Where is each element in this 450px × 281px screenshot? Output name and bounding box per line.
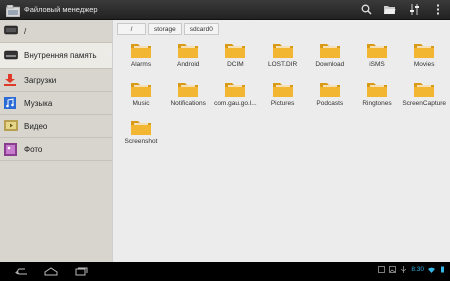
sidebar-item-root[interactable]: / [0,20,112,43]
folder-item[interactable]: Android [164,42,212,76]
folder-label: iSMS [369,61,385,68]
file-browser: / storage sdcard0 Alarms Android DCIM LOST.… [112,20,450,262]
folder-item[interactable]: ScreenCapture [400,81,448,115]
folder-icon [319,81,341,98]
search-icon [361,4,372,15]
internal-memory-icon [4,50,18,62]
sidebar-item-internal-memory[interactable]: Внутренняя память [0,43,113,69]
breadcrumb-storage[interactable]: storage [148,23,182,35]
folder-icon [177,81,199,98]
folder-item[interactable]: Pictures [259,81,307,115]
folder-icon [130,81,152,98]
folder-icon [130,119,152,136]
sidebar-item-downloads[interactable]: Загрузки [0,69,112,92]
home-icon [44,267,58,276]
breadcrumb: / storage sdcard0 [117,23,219,35]
image-notification-icon [389,266,397,273]
sidebar-item-label: Фото [24,144,43,154]
folder-icon [224,81,246,98]
sidebar-item-label: Загрузки [24,75,57,85]
home-button[interactable] [36,262,66,281]
system-nav-bar: 8:30 [0,262,450,281]
folder-label: LOST.DIR [267,61,298,68]
search-button[interactable] [354,0,378,20]
breadcrumb-sdcard0[interactable]: sdcard0 [183,23,219,35]
folder-item[interactable]: Movies [400,42,448,76]
app-title: Файловый менеджер [24,5,98,14]
folder-item[interactable]: iSMS [353,42,401,76]
folder-item[interactable]: com.gau.go.l... [211,81,259,115]
open-folder-button[interactable] [378,0,402,20]
music-icon [4,97,18,109]
folder-icon [272,81,294,98]
action-bar: Файловый менеджер [0,0,450,20]
wifi-icon [428,267,435,273]
folder-item[interactable]: LOST.DIR [259,42,307,76]
open-folder-icon [384,5,396,14]
folder-icon [130,42,152,59]
download-icon [4,74,18,86]
folder-label: Android [176,61,200,68]
back-icon [15,268,27,274]
folder-label: Download [315,61,345,68]
folder-item[interactable]: DCIM [211,42,259,76]
sidebar-item-label: / [24,26,27,36]
folder-icon [366,42,388,59]
overflow-menu-button[interactable] [426,0,450,20]
folder-label: Pictures [270,99,295,107]
app-folder-icon [5,4,21,17]
folder-item[interactable]: Alarms [117,42,165,76]
folder-label: Notifications [170,99,206,107]
settings-sliders-icon [409,4,419,15]
screenshot-notification-icon [378,266,386,273]
video-icon [4,120,18,132]
folder-label: com.gau.go.l... [214,99,257,107]
folder-label: Alarms [130,61,152,68]
sidebar: / Внутренняя память Загрузки Музыка Виде… [0,20,113,262]
breadcrumb-root[interactable]: / [117,23,146,35]
folder-label: Music [132,99,150,107]
folder-item[interactable]: Music [117,81,165,115]
folder-item[interactable]: Download [306,42,354,76]
overflow-menu-icon [437,4,439,15]
sidebar-item-label: Внутренняя память [24,51,97,60]
status-area[interactable]: 8:30 [378,266,446,273]
folder-icon [413,81,435,98]
photo-icon [4,143,18,156]
folder-icon [224,42,246,59]
sidebar-item-video[interactable]: Видео [0,115,112,138]
folder-label: Screenshot [124,138,158,145]
folder-item[interactable]: Podcasts [306,81,354,115]
usb-icon [401,266,407,273]
clock: 8:30 [411,266,424,273]
folder-item[interactable]: Ringtones [353,81,401,115]
settings-button[interactable] [402,0,426,20]
recent-apps-icon [75,267,87,276]
folder-label: Podcasts [316,99,344,107]
battery-icon [441,266,444,273]
folder-label: Movies [413,61,435,68]
folder-icon [272,42,294,59]
storage-drive-icon [4,25,18,37]
folder-icon [413,42,435,59]
folder-label: ScreenCapture [402,99,447,107]
folder-icon [177,42,199,59]
folder-icon [366,81,388,98]
sidebar-item-label: Видео [24,121,48,131]
recent-apps-button[interactable] [66,262,96,281]
folder-icon [319,42,341,59]
folder-item[interactable]: Screenshot [117,119,165,153]
folder-label: Ringtones [362,99,392,107]
folder-item[interactable]: Notifications [164,81,212,115]
sidebar-item-music[interactable]: Музыка [0,92,112,115]
back-button[interactable] [6,262,36,281]
sidebar-item-photo[interactable]: Фото [0,138,112,161]
sidebar-item-label: Музыка [24,98,53,108]
folder-label: DCIM [227,61,244,68]
